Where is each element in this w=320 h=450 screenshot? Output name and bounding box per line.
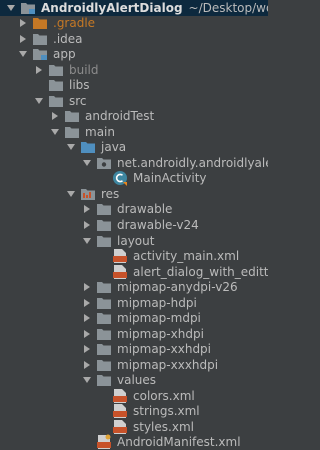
folder-icon bbox=[96, 341, 112, 357]
package-icon bbox=[96, 155, 112, 171]
kotlin-class-icon bbox=[112, 170, 128, 187]
folder-icon bbox=[96, 326, 112, 342]
tree-label-strings-xml: strings.xml bbox=[133, 404, 200, 419]
tree-label-activity-main: activity_main.xml bbox=[133, 249, 240, 264]
xml-file-icon bbox=[112, 388, 128, 404]
tree-label-mipmap-hdpi: mipmap-hdpi bbox=[117, 295, 197, 310]
folder-icon bbox=[96, 233, 112, 249]
tree-item-strings-xml[interactable]: strings.xml bbox=[0, 403, 268, 419]
tree-item-drawable[interactable]: drawable bbox=[0, 202, 268, 218]
tree-label-build: build bbox=[69, 62, 99, 77]
tree-item-mainactivity[interactable]: MainActivity bbox=[0, 171, 268, 187]
tree-label-drawable: drawable bbox=[117, 202, 173, 217]
tree-item-mipmap-hdpi[interactable]: mipmap-hdpi bbox=[0, 295, 268, 311]
chevron-down-icon[interactable] bbox=[82, 232, 92, 250]
chevron-down-icon[interactable] bbox=[50, 123, 60, 141]
tree-label-main: main bbox=[85, 124, 115, 139]
tree-label-alert-dialog: alert_dialog_with_edittext.xm bbox=[133, 264, 268, 279]
tree-item-values[interactable]: values bbox=[0, 372, 268, 388]
tree-label-mainactivity: MainActivity bbox=[133, 171, 207, 186]
tree-label-idea: .idea bbox=[53, 31, 83, 46]
xml-file-icon bbox=[112, 403, 128, 419]
tree-label-mipmap-xhdpi: mipmap-xhdpi bbox=[117, 326, 204, 341]
project-name: AndroidlyAlertDialog bbox=[41, 0, 183, 15]
tree-label-libs: libs bbox=[69, 78, 90, 93]
tree-item-idea[interactable]: .idea bbox=[0, 31, 268, 47]
folder-icon bbox=[96, 295, 112, 311]
tree-item-colors-xml[interactable]: colors.xml bbox=[0, 388, 268, 404]
chevron-down-icon[interactable] bbox=[6, 0, 16, 17]
tree-label-styles-xml: styles.xml bbox=[133, 419, 194, 434]
tree-item-package[interactable]: net.androidly.androidlyalertdia bbox=[0, 155, 268, 171]
folder-icon bbox=[96, 310, 112, 326]
folder-icon bbox=[64, 108, 80, 124]
tree-label-mipmap-anydpi: mipmap-anydpi-v26 bbox=[117, 280, 238, 295]
tree-item-mipmap-mdpi[interactable]: mipmap-mdpi bbox=[0, 310, 268, 326]
tree-item-project[interactable]: AndroidlyAlertDialog ~/Desktop/workspace… bbox=[0, 0, 268, 16]
folder-icon bbox=[48, 62, 64, 78]
tree-item-alert-dialog-xml[interactable]: alert_dialog_with_edittext.xm bbox=[0, 264, 268, 280]
tree-item-mipmap-xxhdpi[interactable]: mipmap-xxhdpi bbox=[0, 341, 268, 357]
tree-item-androidtest[interactable]: androidTest bbox=[0, 109, 268, 125]
xml-file-icon bbox=[112, 248, 128, 264]
tree-label-src: src bbox=[69, 93, 87, 108]
tree-label-drawable-v24: drawable-v24 bbox=[117, 217, 199, 232]
tree-label-package: net.androidly.androidlyalertdia bbox=[117, 155, 268, 170]
tree-label-res: res bbox=[101, 186, 120, 201]
tree-item-mipmap-anydpi-v26[interactable]: mipmap-anydpi-v26 bbox=[0, 279, 268, 295]
tree-item-layout[interactable]: layout bbox=[0, 233, 268, 249]
chevron-down-icon[interactable] bbox=[82, 371, 92, 389]
folder-icon bbox=[32, 31, 48, 47]
tree-item-activity-main-xml[interactable]: activity_main.xml bbox=[0, 248, 268, 264]
folder-icon bbox=[48, 77, 64, 93]
tree-item-java[interactable]: java bbox=[0, 140, 268, 156]
folder-icon bbox=[96, 217, 112, 233]
chevron-right-icon[interactable] bbox=[34, 61, 44, 79]
tree-label-androidmanifest-xml: AndroidManifest.xml bbox=[117, 435, 241, 450]
manifest-file-icon bbox=[96, 434, 112, 450]
tree-item-libs[interactable]: libs bbox=[0, 78, 268, 94]
tree-item-build[interactable]: build bbox=[0, 62, 268, 78]
tree-item-mipmap-xhdpi[interactable]: mipmap-xhdpi bbox=[0, 326, 268, 342]
chevron-down-icon[interactable] bbox=[66, 138, 76, 156]
xml-file-icon bbox=[112, 419, 128, 435]
tree-item-gradle[interactable]: .gradle bbox=[0, 16, 268, 32]
folder-icon bbox=[96, 357, 112, 373]
chevron-down-icon[interactable] bbox=[82, 154, 92, 172]
tree-label-layout: layout bbox=[117, 233, 155, 248]
tree-label-java: java bbox=[101, 140, 127, 155]
folder-icon bbox=[96, 279, 112, 295]
tree-label-androidtest: androidTest bbox=[85, 109, 155, 124]
tree-item-src[interactable]: src bbox=[0, 93, 268, 109]
project-path: ~/Desktop/workspace/An bbox=[188, 0, 268, 15]
tree-item-drawable-v24[interactable]: drawable-v24 bbox=[0, 217, 268, 233]
tree-item-androidmanifest-xml[interactable]: AndroidManifest.xml bbox=[0, 434, 268, 450]
tree-label-gradle: .gradle bbox=[53, 16, 96, 31]
tree-item-mipmap-xxxhdpi[interactable]: mipmap-xxxhdpi bbox=[0, 357, 268, 373]
chevron-down-icon[interactable] bbox=[66, 185, 76, 203]
tree-item-app[interactable]: app bbox=[0, 47, 268, 63]
tree-item-main[interactable]: main bbox=[0, 124, 268, 140]
chevron-down-icon[interactable] bbox=[18, 45, 28, 63]
tree-label-mipmap-xxhdpi: mipmap-xxhdpi bbox=[117, 342, 212, 357]
tree-label-colors-xml: colors.xml bbox=[133, 388, 195, 403]
tree-label-mipmap-mdpi: mipmap-mdpi bbox=[117, 311, 201, 326]
chevron-down-icon[interactable] bbox=[34, 92, 44, 110]
excluded-folder-icon bbox=[32, 15, 48, 31]
tree-label-app: app bbox=[53, 47, 76, 62]
tree-item-res[interactable]: res bbox=[0, 186, 268, 202]
folder-icon bbox=[96, 201, 112, 217]
tree-label-mipmap-xxxhdpi: mipmap-xxxhdpi bbox=[117, 357, 219, 372]
project-tree: AndroidlyAlertDialog ~/Desktop/workspace… bbox=[0, 0, 268, 450]
folder-icon bbox=[96, 372, 112, 388]
xml-file-icon bbox=[112, 264, 128, 280]
tree-label-values: values bbox=[117, 373, 157, 388]
tree-item-styles-xml[interactable]: styles.xml bbox=[0, 419, 268, 435]
